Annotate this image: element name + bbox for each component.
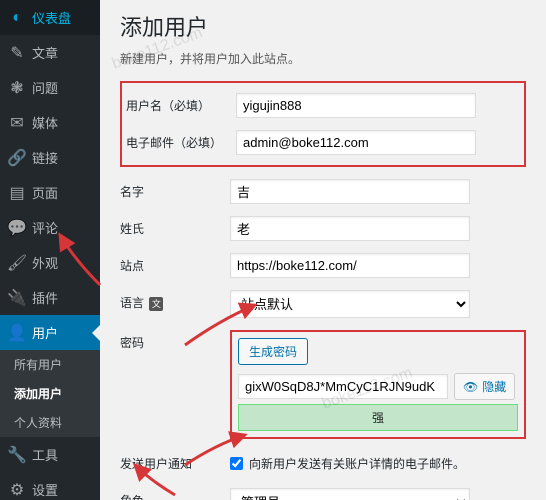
dashboard-icon: ◐ — [8, 9, 26, 27]
label-website: 站点 — [120, 247, 230, 284]
sidebar-item-label: 外观 — [32, 253, 58, 272]
password-highlight: 生成密码 👁隐藏 强 — [230, 330, 526, 439]
hide-password-button[interactable]: 👁隐藏 — [454, 373, 515, 400]
sidebar-item-label: 工具 — [32, 445, 58, 464]
eye-slash-icon: 👁 — [463, 380, 478, 394]
comment-icon: 💬 — [8, 219, 26, 237]
sidebar-item-label: 用户 — [32, 323, 58, 342]
sidebar-item-posts[interactable]: ✎ 文章 — [0, 35, 100, 70]
send-notice-text: 向新用户发送有关账户详情的电子邮件。 — [249, 455, 465, 472]
submenu-profile[interactable]: 个人资料 — [0, 408, 100, 437]
plugin-icon: 🔌 — [8, 289, 26, 307]
sidebar-item-media[interactable]: ✉ 媒体 — [0, 105, 100, 140]
lastname-input[interactable] — [230, 216, 470, 241]
sidebar-submenu: 所有用户 添加用户 个人资料 — [0, 350, 100, 437]
sidebar-item-plugins[interactable]: 🔌 插件 — [0, 280, 100, 315]
sidebar-item-label: 插件 — [32, 288, 58, 307]
generate-password-button[interactable]: 生成密码 — [238, 338, 308, 365]
sidebar-item-users[interactable]: 👤 用户 — [0, 315, 100, 350]
sidebar-item-questions[interactable]: ❃ 问题 — [0, 70, 100, 105]
sidebar-item-settings[interactable]: ⚙ 设置 — [0, 472, 100, 500]
label-email: 电子邮件（必填） — [126, 124, 236, 161]
sidebar-item-label: 评论 — [32, 218, 58, 237]
firstname-input[interactable] — [230, 179, 470, 204]
sidebar-item-label: 设置 — [32, 480, 58, 499]
language-select[interactable]: 站点默认 — [230, 290, 470, 318]
label-username: 用户名（必填） — [126, 87, 236, 124]
send-notice-row[interactable]: 向新用户发送有关账户详情的电子邮件。 — [230, 455, 526, 472]
user-icon: 👤 — [8, 324, 26, 342]
website-input[interactable] — [230, 253, 470, 278]
sidebar-item-label: 页面 — [32, 183, 58, 202]
sidebar-item-comments[interactable]: 💬 评论 — [0, 210, 100, 245]
label-firstname: 名字 — [120, 173, 230, 210]
role-select[interactable]: 管理员 — [230, 488, 470, 500]
brush-icon: 🖌 — [8, 254, 26, 272]
sidebar-item-label: 仪表盘 — [32, 8, 71, 27]
label-password: 密码 — [120, 324, 230, 445]
main-content: 添加用户 新建用户，并将用户加入此站点。 用户名（必填） 电子邮件（必填） 名字 — [100, 0, 546, 500]
sidebar-item-label: 问题 — [32, 78, 58, 97]
label-role: 角色 — [120, 482, 230, 500]
label-lastname: 姓氏 — [120, 210, 230, 247]
page-icon: ▤ — [8, 184, 26, 202]
send-notice-checkbox[interactable] — [230, 457, 243, 470]
password-input[interactable] — [238, 374, 448, 399]
password-strength: 强 — [238, 404, 518, 431]
sidebar-item-label: 文章 — [32, 43, 58, 62]
username-input[interactable] — [236, 93, 476, 118]
admin-sidebar: ◐ 仪表盘 ✎ 文章 ❃ 问题 ✉ 媒体 🔗 链接 ▤ 页面 💬 评论 🖌 外观 🔌 插件 👤 用户… — [0, 0, 100, 500]
label-sendnotice: 发送用户通知 — [120, 445, 230, 482]
sidebar-item-pages[interactable]: ▤ 页面 — [0, 175, 100, 210]
question-icon: ❃ — [8, 79, 26, 97]
label-language: 语言 文 — [120, 284, 230, 324]
sidebar-item-links[interactable]: 🔗 链接 — [0, 140, 100, 175]
submenu-add-user[interactable]: 添加用户 — [0, 379, 100, 408]
required-fields-highlight: 用户名（必填） 电子邮件（必填） — [120, 81, 526, 167]
sidebar-item-label: 媒体 — [32, 113, 58, 132]
link-icon: 🔗 — [8, 149, 26, 167]
translate-icon: 文 — [149, 297, 163, 311]
pin-icon: ✎ — [8, 44, 26, 62]
page-title: 添加用户 — [120, 10, 526, 42]
media-icon: ✉ — [8, 114, 26, 132]
tool-icon: 🔧 — [8, 446, 26, 464]
submenu-all-users[interactable]: 所有用户 — [0, 350, 100, 379]
page-subtitle: 新建用户，并将用户加入此站点。 — [120, 50, 526, 67]
email-input[interactable] — [236, 130, 476, 155]
sidebar-item-label: 链接 — [32, 148, 58, 167]
sidebar-item-tools[interactable]: 🔧 工具 — [0, 437, 100, 472]
sidebar-item-appearance[interactable]: 🖌 外观 — [0, 245, 100, 280]
gear-icon: ⚙ — [8, 481, 26, 499]
sidebar-item-dashboard[interactable]: ◐ 仪表盘 — [0, 0, 100, 35]
